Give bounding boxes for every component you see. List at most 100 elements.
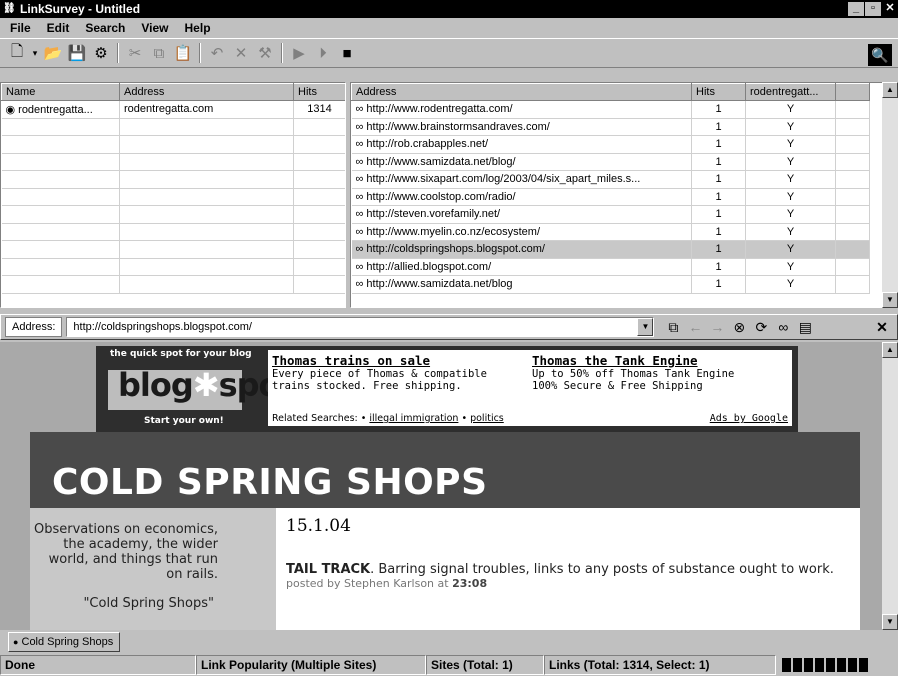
scroll-up-icon[interactable]: ▲: [882, 82, 898, 98]
new-dropdown-icon[interactable]: ▾: [30, 42, 40, 64]
column-header-name[interactable]: Name: [1, 83, 120, 101]
cell-flag: Y: [745, 205, 836, 224]
table-row[interactable]: [1, 188, 345, 206]
search-icon[interactable]: 🔍: [868, 44, 892, 66]
properties-icon[interactable]: ⚙: [90, 42, 112, 64]
maximize-button[interactable]: ▫: [865, 2, 881, 16]
cell-name: [1, 240, 120, 259]
address-label: Address:: [5, 317, 63, 337]
chevron-down-icon[interactable]: ▼: [637, 318, 654, 336]
column-header-hits[interactable]: Hits: [293, 83, 345, 101]
refresh-icon[interactable]: ⟳: [750, 316, 772, 338]
tab-cold-spring-shops[interactable]: ● Cold Spring Shops: [8, 632, 120, 652]
cell-hits: [293, 223, 345, 241]
table-row[interactable]: [1, 205, 345, 224]
table-row[interactable]: [1, 258, 345, 276]
related-link-2[interactable]: politics: [470, 413, 504, 424]
column-header-hits[interactable]: Hits: [691, 83, 746, 101]
link-icon: ∞: [355, 260, 367, 273]
table-row[interactable]: ∞ http://www.myelin.co.nz/ecosystem/1 Y: [351, 223, 870, 241]
table-row[interactable]: [1, 240, 345, 259]
delete-icon[interactable]: ✕: [230, 42, 252, 64]
toolbar-separator: [117, 43, 119, 63]
post-meta: posted by Stephen Karlson at 23:08: [286, 577, 850, 590]
play-icon[interactable]: ▶: [288, 42, 310, 64]
cell-hits: 1: [691, 275, 746, 294]
cell-hits: [293, 153, 345, 171]
menu-view[interactable]: View: [133, 21, 176, 35]
links-scrollbar[interactable]: ▲ ▼: [882, 82, 898, 308]
menu-search[interactable]: Search: [77, 21, 133, 35]
copy-icon[interactable]: ⧉: [148, 42, 170, 64]
app-icon: ⛓: [3, 3, 16, 14]
column-header-address[interactable]: Address: [351, 83, 692, 101]
column-header-site[interactable]: rodentregatt...: [745, 83, 836, 101]
cell-empty: [835, 223, 870, 241]
close-pane-icon[interactable]: ✕: [871, 316, 893, 338]
scroll-up-icon[interactable]: ▲: [882, 342, 898, 358]
new-file-icon[interactable]: 🗋: [6, 42, 28, 64]
edit-properties-icon[interactable]: ⚒: [254, 42, 276, 64]
related-separator: •: [461, 413, 468, 424]
undo-icon[interactable]: ↶: [206, 42, 228, 64]
scroll-down-icon[interactable]: ▼: [882, 292, 898, 308]
menu-file[interactable]: File: [2, 21, 39, 35]
status-mode: Link Popularity (Multiple Sites): [196, 655, 426, 675]
link-url: http://www.myelin.co.nz/ecosystem/: [366, 225, 541, 238]
paste-icon[interactable]: 📋: [172, 42, 194, 64]
table-row[interactable]: ∞ http://steven.vorefamily.net/1 Y: [351, 205, 870, 224]
table-row[interactable]: ∞ http://www.samizdata.net/blog/1 Y: [351, 153, 870, 171]
web-view[interactable]: the quick spot for your blog blog✱spot S…: [0, 342, 882, 630]
table-row[interactable]: ∞ http://www.rodentregatta.com/1 Y: [351, 100, 870, 119]
ad-title-2[interactable]: Thomas the Tank Engine: [532, 353, 734, 368]
page-properties-icon[interactable]: ▤: [794, 316, 816, 338]
back-icon[interactable]: ←: [684, 316, 706, 338]
save-icon[interactable]: 💾: [66, 42, 88, 64]
table-row[interactable]: ∞ http://www.brainstormsandraves.com/1 Y: [351, 118, 870, 136]
stop-icon[interactable]: ■: [336, 42, 358, 64]
cell-address: ∞ http://rob.crabapples.net/: [351, 135, 692, 154]
column-header-address[interactable]: Address: [119, 83, 294, 101]
table-row[interactable]: [1, 170, 345, 189]
table-row[interactable]: [1, 153, 345, 171]
forward-icon[interactable]: →: [706, 316, 728, 338]
cut-icon[interactable]: ✂: [124, 42, 146, 64]
table-row[interactable]: [1, 118, 345, 136]
stop-load-icon[interactable]: ⊗: [728, 316, 750, 338]
new-window-icon[interactable]: ⧉: [662, 316, 684, 338]
ad-title-1[interactable]: Thomas trains on sale: [272, 353, 487, 368]
table-row[interactable]: ∞ http://coldspringshops.blogspot.com/1 Y: [351, 240, 870, 259]
cell-hits: [293, 188, 345, 206]
open-folder-icon[interactable]: 📂: [42, 42, 64, 64]
related-link-1[interactable]: illegal immigration: [369, 413, 458, 424]
table-row[interactable]: ∞ http://www.sixapart.com/log/2003/04/si…: [351, 170, 870, 189]
blogspot-start-link[interactable]: Start your own!: [144, 416, 224, 426]
table-row[interactable]: ∞ http://www.samizdata.net/blog 1 Y: [351, 275, 870, 294]
cell-address: [119, 258, 294, 276]
table-row[interactable]: ◉ rodentregatta... rodentregatta.com 1314: [1, 100, 345, 119]
table-row[interactable]: ∞ http://www.coolstop.com/radio/1 Y: [351, 188, 870, 206]
address-input[interactable]: http://coldspringshops.blogspot.com/ ▼: [66, 317, 655, 337]
web-view-scrollbar[interactable]: ▲ ▼: [882, 342, 898, 630]
cell-address: [119, 135, 294, 154]
step-icon[interactable]: ⏵: [312, 42, 334, 64]
menu-help[interactable]: Help: [177, 21, 219, 35]
address-value: http://coldspringshops.blogspot.com/: [73, 321, 252, 333]
scroll-down-icon[interactable]: ▼: [882, 614, 898, 630]
menu-edit[interactable]: Edit: [39, 21, 78, 35]
table-row[interactable]: [1, 223, 345, 241]
table-row[interactable]: ∞ http://allied.blogspot.com/1 Y: [351, 258, 870, 276]
sidebar: Observations on economics, the academy, …: [30, 508, 276, 630]
cell-address: rodentregatta.com: [119, 100, 294, 119]
site-title[interactable]: COLD SPRING SHOPS: [52, 462, 488, 503]
table-row[interactable]: [1, 135, 345, 154]
close-button[interactable]: ✕: [882, 2, 898, 16]
table-row[interactable]: [1, 275, 345, 294]
cell-address: ∞ http://www.myelin.co.nz/ecosystem/: [351, 223, 692, 241]
table-row[interactable]: ∞ http://rob.crabapples.net/1 Y: [351, 135, 870, 154]
link-icon[interactable]: ∞: [772, 316, 794, 338]
link-icon: ∞: [355, 138, 367, 151]
minimize-button[interactable]: _: [848, 2, 864, 16]
ads-by-google-link[interactable]: Ads by Google: [710, 413, 788, 424]
post-time-link[interactable]: 23:08: [452, 577, 487, 590]
